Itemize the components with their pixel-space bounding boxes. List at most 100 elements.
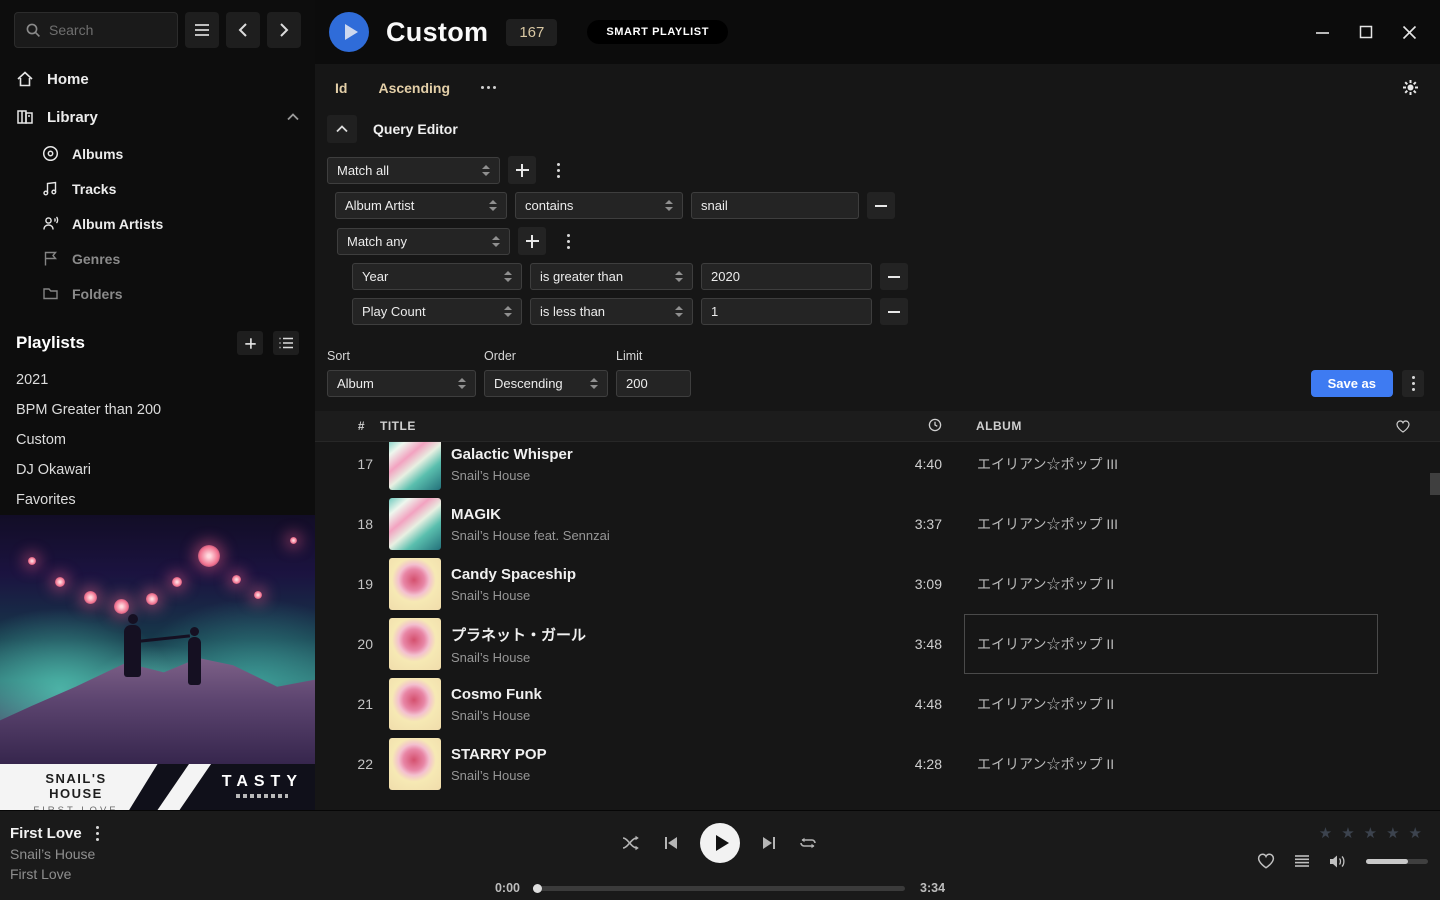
rule-value-input[interactable] xyxy=(691,192,859,219)
play-playlist-button[interactable] xyxy=(329,12,369,52)
rule-operator-select[interactable]: contains xyxy=(515,192,683,219)
rule-field-select[interactable]: Year xyxy=(352,263,522,290)
sort-field-button[interactable]: Id xyxy=(335,80,347,96)
remove-rule-button[interactable] xyxy=(880,263,908,290)
track-artist[interactable]: Snail’s House xyxy=(451,650,854,665)
manage-playlists-button[interactable] xyxy=(273,331,299,355)
add-rule-button[interactable] xyxy=(508,156,536,184)
minimize-button[interactable] xyxy=(1315,25,1330,40)
rule-value-field[interactable] xyxy=(711,304,862,319)
now-playing-menu-icon[interactable] xyxy=(96,826,99,841)
track-row[interactable]: 20 プラネット・ガール Snail’s House 3:48 エイリアン☆ポッ… xyxy=(315,614,1440,674)
search-box[interactable] xyxy=(14,12,178,48)
track-row[interactable]: 18 MAGIK Snail’s House feat. Sennzai 3:3… xyxy=(315,494,1440,554)
track-title[interactable]: MAGIK xyxy=(451,506,854,523)
rule-operator-select[interactable]: is less than xyxy=(530,298,693,325)
queue-icon[interactable] xyxy=(1294,854,1310,868)
track-album-cell[interactable]: エイリアン☆ポップ II xyxy=(964,674,1378,734)
rule-value-input[interactable] xyxy=(701,298,872,325)
volume-icon[interactable] xyxy=(1329,854,1347,869)
album-art-thumbnail[interactable] xyxy=(389,678,441,730)
play-pause-button[interactable] xyxy=(700,823,740,863)
group-menu-button[interactable] xyxy=(544,156,572,184)
playlist-item[interactable]: Favorites xyxy=(0,485,315,515)
order-select[interactable]: Descending xyxy=(484,370,608,397)
sidebar-item-tracks[interactable]: Tracks xyxy=(0,171,315,206)
match-mode-select[interactable]: Match any xyxy=(337,228,510,255)
volume-slider[interactable] xyxy=(1366,859,1428,864)
star-rating[interactable]: ★ ★ ★ ★ ★ xyxy=(1319,824,1425,842)
repeat-icon[interactable] xyxy=(798,835,818,851)
playlist-item[interactable]: Custom xyxy=(0,425,315,455)
track-artist[interactable]: Snail’s House xyxy=(451,588,854,603)
album-art-thumbnail[interactable] xyxy=(389,738,441,790)
favorite-heart-icon[interactable] xyxy=(1257,853,1275,869)
track-title[interactable]: Galactic Whisper xyxy=(451,446,854,463)
save-as-button[interactable]: Save as xyxy=(1311,370,1393,397)
sidebar-item-albums[interactable]: Albums xyxy=(0,136,315,171)
maximize-button[interactable] xyxy=(1359,25,1373,39)
column-title[interactable]: TITLE xyxy=(377,419,854,433)
track-artist[interactable]: Snail’s House feat. Sennzai xyxy=(451,528,854,543)
track-title[interactable]: Cosmo Funk xyxy=(451,686,854,703)
track-title[interactable]: STARRY POP xyxy=(451,746,854,763)
forward-button[interactable] xyxy=(267,12,301,48)
rule-operator-select[interactable]: is greater than xyxy=(530,263,693,290)
track-album-cell[interactable]: エイリアン☆ポップ II xyxy=(964,554,1378,614)
sort-direction-button[interactable]: Ascending xyxy=(378,80,450,96)
track-row[interactable]: 19 Candy Spaceship Snail’s House 3:09 エイ… xyxy=(315,554,1440,614)
limit-field[interactable] xyxy=(626,376,681,391)
track-row[interactable]: 21 Cosmo Funk Snail’s House 4:48 エイリアン☆ポ… xyxy=(315,674,1440,734)
close-button[interactable] xyxy=(1402,25,1417,40)
column-number[interactable]: # xyxy=(315,419,377,433)
album-art-thumbnail[interactable] xyxy=(389,498,441,550)
search-input[interactable] xyxy=(49,22,167,38)
rule-field-select[interactable]: Play Count xyxy=(352,298,522,325)
track-album-cell[interactable]: エイリアン☆ポップ II xyxy=(964,734,1378,794)
track-artist[interactable]: Snail’s House xyxy=(451,708,854,723)
menu-button[interactable] xyxy=(185,12,219,48)
shuffle-icon[interactable] xyxy=(622,835,642,851)
now-playing-album-art[interactable]: SNAIL'S HOUSE FIRST LOVE TASTY xyxy=(0,515,315,810)
track-title[interactable]: Candy Spaceship xyxy=(451,566,854,583)
sidebar-item-album-artists[interactable]: Album Artists xyxy=(0,206,315,241)
add-rule-button[interactable] xyxy=(518,227,546,255)
playlist-item[interactable]: BPM Greater than 200 xyxy=(0,395,315,425)
rule-value-field[interactable] xyxy=(711,269,862,284)
album-art-thumbnail[interactable] xyxy=(389,442,441,490)
sidebar-item-library[interactable]: Library xyxy=(0,98,315,136)
settings-gear-icon[interactable] xyxy=(1402,79,1419,96)
sort-select[interactable]: Album xyxy=(327,370,476,397)
collapse-chevron-icon[interactable] xyxy=(287,113,299,121)
progress-handle[interactable] xyxy=(533,884,542,893)
next-track-icon[interactable] xyxy=(761,835,777,851)
rule-value-input[interactable] xyxy=(701,263,872,290)
track-album-cell[interactable]: エイリアン☆ポップ II xyxy=(964,614,1378,674)
track-row[interactable]: 22 STARRY POP Snail’s House 4:28 エイリアン☆ポ… xyxy=(315,734,1440,794)
match-mode-select[interactable]: Match all xyxy=(327,157,500,184)
save-menu-button[interactable] xyxy=(1402,370,1424,397)
sidebar-item-home[interactable]: Home xyxy=(0,60,315,98)
track-artist[interactable]: Snail’s House xyxy=(451,468,854,483)
sidebar-item-folders[interactable]: Folders xyxy=(0,276,315,311)
column-album[interactable]: ALBUM xyxy=(964,419,1384,433)
album-art-thumbnail[interactable] xyxy=(389,618,441,670)
track-row[interactable]: 17 Galactic Whisper Snail’s House 4:40 エ… xyxy=(315,442,1440,494)
add-playlist-button[interactable] xyxy=(237,331,263,355)
playlist-item[interactable]: 2021 xyxy=(0,365,315,395)
track-artist[interactable]: Snail’s House xyxy=(451,768,854,783)
collapse-query-button[interactable] xyxy=(327,115,357,143)
previous-track-icon[interactable] xyxy=(663,835,679,851)
rule-field-select[interactable]: Album Artist xyxy=(335,192,507,219)
remove-rule-button[interactable] xyxy=(880,298,908,325)
back-button[interactable] xyxy=(226,12,260,48)
remove-rule-button[interactable] xyxy=(867,192,895,219)
track-album-cell[interactable]: エイリアン☆ポップ III xyxy=(964,494,1378,554)
group-menu-button[interactable] xyxy=(554,227,582,255)
column-favorite[interactable] xyxy=(1384,420,1440,433)
album-art-thumbnail[interactable] xyxy=(389,558,441,610)
rule-value-field[interactable] xyxy=(701,198,849,213)
track-album-cell[interactable]: エイリアン☆ポップ III xyxy=(964,442,1378,494)
track-title[interactable]: プラネット・ガール xyxy=(451,624,854,645)
column-duration[interactable] xyxy=(854,418,964,435)
